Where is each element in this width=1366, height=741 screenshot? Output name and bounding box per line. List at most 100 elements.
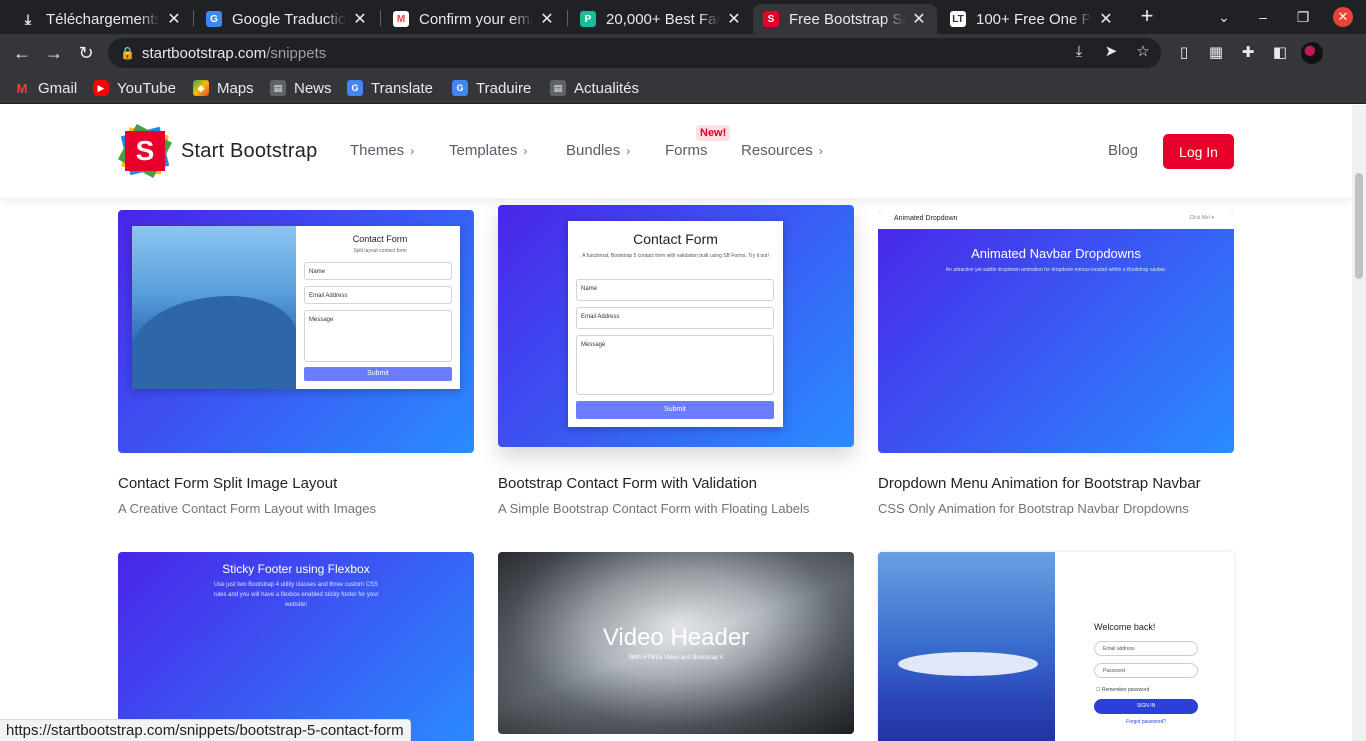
login-button[interactable]: Log In [1163,134,1234,169]
tab-title: Confirm your email [419,10,533,28]
pixabay-icon: P [580,11,596,27]
bookmark-label: Translate [371,79,433,97]
page-viewport: S Start Bootstrap Themes › Templates › Bun… [0,105,1352,741]
tab-pixabay[interactable]: P 20,000+ Best Farm ✕ [570,4,752,34]
new-tab-plus-icon[interactable]: + [1136,5,1158,28]
chevron-right-icon: › [410,143,415,158]
startbootstrap-logo-icon: S [117,123,173,179]
browser-toolbar: ← → ↻ 🔒 startbootstrap.com/snippets ⤓ ➤ … [0,34,1366,72]
bookmark-translate[interactable]: G Translate [347,77,433,99]
translate-icon: G [452,80,468,96]
nav-themes[interactable]: Themes › [350,142,414,159]
brand-link[interactable]: S Start Bootstrap [117,123,318,179]
install-app-icon[interactable]: ⤓ [1069,42,1089,62]
gmail-icon: M [16,80,28,96]
startbootstrap-icon: S [763,11,779,27]
tab-startbootstrap[interactable]: S Free Bootstrap Snippets ✕ [753,4,937,34]
snippet-title[interactable]: Contact Form Split Image Layout [118,475,337,492]
bookmark-gmail[interactable]: M Gmail [14,77,78,99]
snippet-preview-image[interactable]: Welcome back! Email address Password ☐ R… [878,552,1234,741]
tab-one-page[interactable]: LT 100+ Free One Page ✕ [940,4,1124,34]
chevron-right-icon: › [626,143,631,158]
nav-bundles[interactable]: Bundles › [566,142,630,159]
close-icon[interactable]: ✕ [1098,9,1114,29]
bookmark-maps[interactable]: ◆ Maps [193,77,254,99]
close-icon[interactable]: ✕ [726,9,742,29]
snippet-subtitle: A Creative Contact Form Layout with Imag… [118,501,376,516]
bookmark-label: Traduire [476,79,532,97]
site-navbar: S Start Bootstrap Themes › Templates › Bun… [0,105,1352,198]
translate-icon: G [347,80,363,96]
bookmark-label: Gmail [38,79,78,97]
window-close-icon[interactable]: ✕ [1333,7,1353,27]
profile-avatar[interactable] [1301,42,1323,64]
forward-arrow-icon[interactable]: → [43,42,65,64]
chevron-right-icon: › [523,143,528,158]
tab-downloads[interactable]: ⤓ Téléchargements ✕ [10,4,192,34]
snippet-preview-image[interactable]: Sticky Footer using Flexbox Use just two… [118,552,474,741]
restore-icon[interactable]: ❐ [1291,6,1315,28]
tab-title: Téléchargements [46,10,160,28]
snippet-title[interactable]: Dropdown Menu Animation for Bootstrap Na… [878,475,1201,492]
send-icon[interactable]: ➤ [1101,42,1121,62]
close-icon[interactable]: ✕ [539,9,555,29]
extension-grid-icon[interactable]: ▦ [1205,42,1227,64]
bookmarks-bar: M Gmail ▶ YouTube ◆ Maps ▤ News G Transl… [0,72,1366,104]
device-icon[interactable]: ▯ [1173,42,1195,64]
extensions-puzzle-icon[interactable]: ✚ [1237,42,1259,64]
bookmark-label: Maps [217,79,254,97]
bookmark-label: News [294,79,332,97]
youtube-icon: ▶ [93,80,109,96]
back-arrow-icon[interactable]: ← [11,42,33,64]
lock-icon: 🔒 [120,46,135,60]
bookmark-youtube[interactable]: ▶ YouTube [93,77,176,99]
tab-title: 100+ Free One Page [976,10,1092,28]
nav-forms[interactable]: Forms [665,142,708,159]
address-path: /snippets [266,44,327,62]
minimize-icon[interactable]: – [1251,6,1275,28]
news-icon: ▤ [550,80,566,96]
nav-templates[interactable]: Templates › [449,142,527,159]
tab-google-translate[interactable]: G Google Traduction ✕ [196,4,378,34]
nav-blog[interactable]: Blog [1108,142,1138,159]
tab-title: 20,000+ Best Farm [606,10,720,28]
scrollbar-thumb[interactable] [1355,173,1363,279]
snippet-subtitle: A Simple Bootstrap Contact Form with Flo… [498,501,810,516]
tab-search-chevron-icon[interactable]: ⌄ [1212,6,1236,28]
bookmark-news[interactable]: ▤ News [270,77,332,99]
close-icon[interactable]: ✕ [166,9,182,29]
snippet-preview-image[interactable]: Animated Dropdown Click Me! ▾ Animated N… [878,210,1234,453]
page-scrollbar[interactable] [1352,105,1366,741]
maps-icon: ◆ [193,80,209,96]
google-translate-icon: G [206,11,222,27]
nav-resources[interactable]: Resources › [741,142,823,159]
tab-title: Free Bootstrap Snippets [789,10,905,28]
brand-name: Start Bootstrap [181,139,318,162]
chevron-right-icon: › [818,143,823,158]
close-icon[interactable]: ✕ [911,9,927,29]
bookmark-label: Actualités [574,79,640,97]
snippet-preview-image[interactable]: Contact Form Split layout contact form N… [118,210,474,453]
snippet-preview-image[interactable]: Contact Form A functional, Bootstrap 5 c… [498,205,854,447]
download-icon: ⤓ [24,10,32,27]
lt-icon: LT [950,11,966,27]
browser-tab-strip: ⤓ Téléchargements ✕ G Google Traduction … [0,0,1366,34]
side-panel-icon[interactable]: ◧ [1269,42,1291,64]
reload-icon[interactable]: ↻ [75,42,97,64]
link-status-url: https://startbootstrap.com/snippets/boot… [0,719,411,741]
tab-title: Google Traduction [232,10,346,28]
bookmark-actualites[interactable]: ▤ Actualités [550,77,639,99]
bookmark-label: YouTube [117,79,176,97]
close-icon[interactable]: ✕ [352,9,368,29]
snippet-subtitle: CSS Only Animation for Bootstrap Navbar … [878,501,1189,516]
address-host: startbootstrap.com [142,44,267,62]
snippet-preview-image[interactable]: Video Header With HTML5 Video and Bootst… [498,552,854,734]
gmail-icon: M [393,11,409,27]
tab-gmail[interactable]: M Confirm your email ✕ [383,4,565,34]
new-badge: New! [696,125,731,141]
address-bar[interactable]: 🔒 startbootstrap.com/snippets [108,38,1161,68]
snippet-title[interactable]: Bootstrap Contact Form with Validation [498,475,757,492]
bookmark-star-icon[interactable]: ☆ [1133,42,1153,62]
news-icon: ▤ [270,80,286,96]
bookmark-traduire[interactable]: G Traduire [452,77,531,99]
